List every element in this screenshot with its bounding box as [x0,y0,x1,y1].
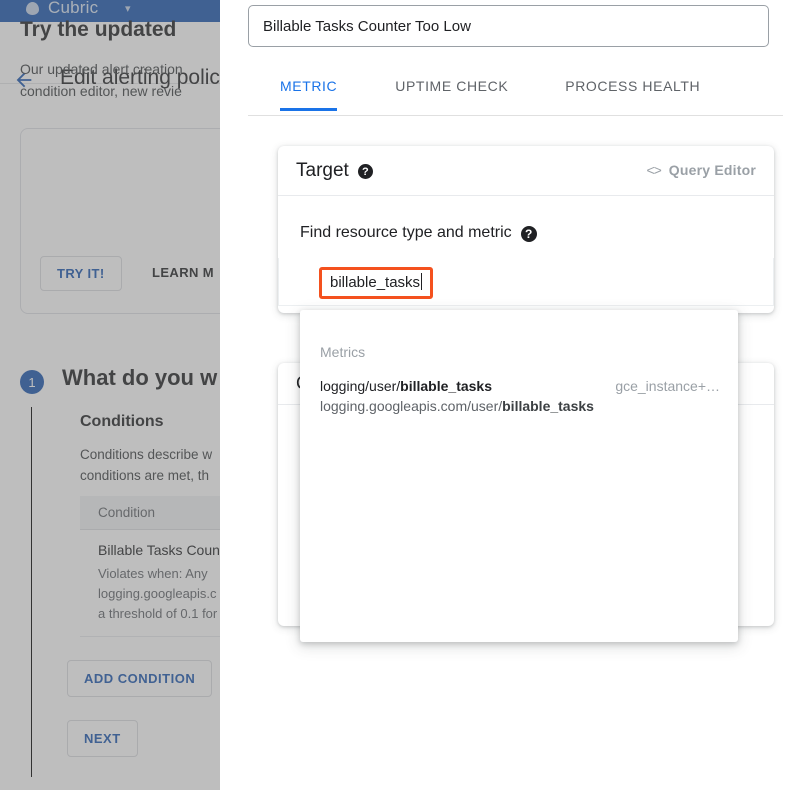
dropdown-section-label: Metrics [320,344,366,360]
tab-process-health-label: PROCESS HEALTH [565,78,701,94]
target-title: Target [296,159,349,181]
help-icon[interactable]: ? [520,226,537,242]
tab-metric-label: METRIC [280,78,338,94]
query-editor-label: Query Editor [668,162,756,178]
metric-suggestions-dropdown: Metrics logging/user/billable_tasks logg… [300,310,738,642]
text-cursor [421,273,423,290]
metric-search-input[interactable]: billable_tasks [319,267,434,299]
suggestion-display-prefix: logging/user/ [320,378,401,394]
tab-metric[interactable]: METRIC [280,72,338,111]
find-resource-label: Find resource type and metric ? [300,224,537,242]
code-brackets-icon: <> [646,162,661,178]
suggestion-full-prefix: logging.googleapis.com/user/ [320,398,503,414]
suggestion-full-name: logging.googleapis.com/user/billable_tas… [320,398,720,414]
condition-name-value: Billable Tasks Counter Too Low [263,17,471,35]
modal-scrim[interactable] [0,0,220,790]
metric-search-value: billable_tasks [330,274,421,291]
suggestion-full-match: billable_tasks [502,398,594,414]
tab-uptime-check[interactable]: UPTIME CHECK [395,72,508,110]
condition-type-tabs: METRIC UPTIME CHECK PROCESS HEALTH [248,72,783,116]
tab-process-health[interactable]: PROCESS HEALTH [565,72,700,110]
search-row: billable_tasks [278,258,774,306]
screen-root: Cubric ▾ Edit alerting policy Try the up… [0,0,789,790]
suggestion-display-match: billable_tasks [400,378,492,394]
suggestion-resource-type: gce_instance+… [615,378,720,394]
find-resource-label-text: Find resource type and metric [300,224,512,241]
query-editor-link[interactable]: <> Query Editor [646,162,756,178]
tab-uptime-check-label: UPTIME CHECK [395,78,509,94]
condition-name-input[interactable]: Billable Tasks Counter Too Low [248,5,769,47]
condition-editor-panel: Billable Tasks Counter Too Low METRIC UP… [220,0,789,790]
target-card-header: Target ? <> Query Editor [278,146,774,196]
help-icon[interactable]: ? [357,164,373,179]
